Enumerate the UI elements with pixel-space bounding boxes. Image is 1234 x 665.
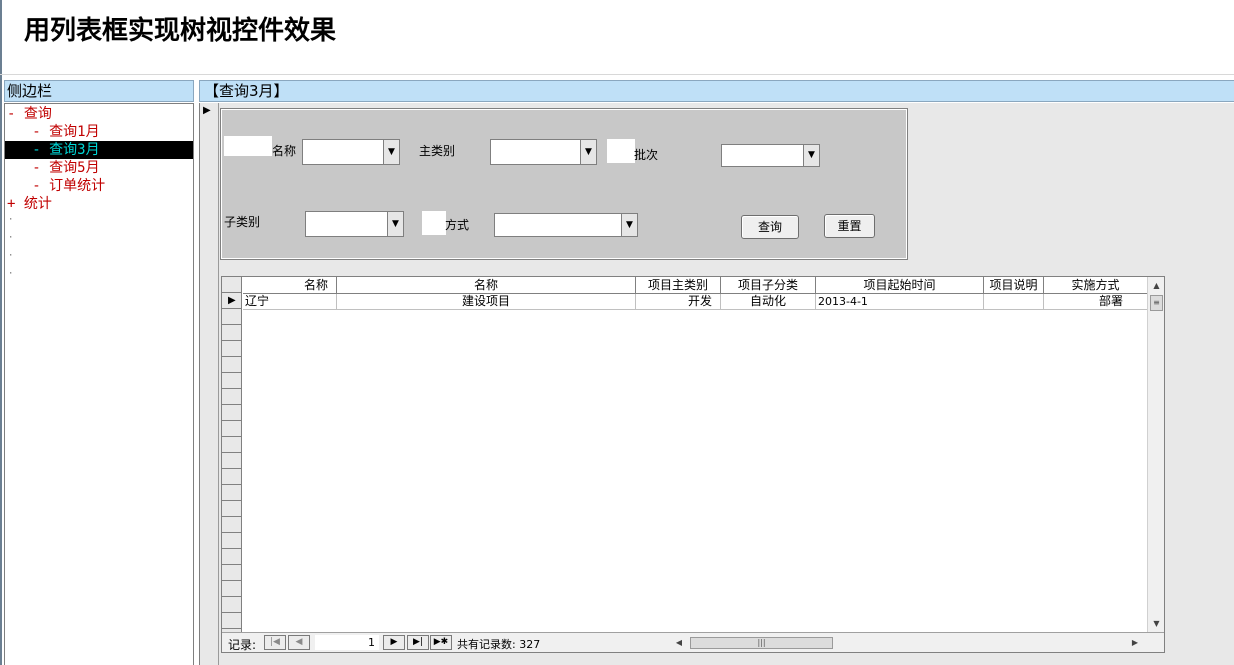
column-header-method[interactable]: 实施方式 bbox=[1044, 277, 1148, 294]
record-count-text: 共有记录数: 327 bbox=[457, 638, 541, 651]
tree-item-query[interactable]: - 查询 bbox=[7, 105, 52, 123]
name-combo[interactable]: ▼ bbox=[302, 139, 400, 165]
scroll-down-icon[interactable]: ▼ bbox=[1148, 615, 1165, 632]
hidden-label-box bbox=[607, 139, 635, 163]
tree-item-query-mar[interactable]: - 查询3月 bbox=[5, 141, 193, 159]
column-header-sub-category[interactable]: 项目子分类 bbox=[721, 277, 816, 294]
first-record-icon[interactable]: |◀ bbox=[264, 635, 286, 650]
column-header-main-category[interactable]: 项目主类别 bbox=[636, 277, 721, 294]
batch-combo[interactable]: ▼ bbox=[721, 144, 820, 167]
previous-record-icon[interactable]: ◀ bbox=[288, 635, 310, 650]
filter-panel: 名称 ▼ 主类别 ▼ 批次 ▼ 子类别 ▼ 方式 ▼ 查询 重置 bbox=[220, 108, 908, 260]
hidden-label-box bbox=[422, 211, 446, 235]
record-navigator: 记录: |◀ ◀ 1 ▶ ▶| ▶✱ 共有记录数: 327 ◀ ||| ▶ bbox=[222, 632, 1164, 652]
window-left-border bbox=[0, 0, 2, 665]
column-header-project-name[interactable]: 名称 bbox=[337, 277, 636, 294]
datasheet-grid[interactable]: ▶ 名称 名称 项目主类别 项目子分类 项目起始时间 项目说明 实施方式 辽宁 … bbox=[221, 276, 1165, 653]
scroll-up-icon[interactable]: ▲ bbox=[1148, 277, 1165, 294]
table-cell[interactable]: 建设项目 bbox=[337, 294, 636, 310]
query-button[interactable]: 查询 bbox=[741, 215, 799, 239]
horizontal-scrollbar[interactable]: ◀ ||| ▶ bbox=[672, 636, 1142, 650]
chevron-down-icon[interactable]: ▼ bbox=[387, 212, 404, 236]
tree-empty-marker: · bbox=[8, 233, 14, 243]
table-cell[interactable]: 2013-4-1 bbox=[816, 294, 984, 310]
table-cell[interactable]: 辽宁 bbox=[243, 294, 337, 310]
sub-category-combo[interactable]: ▼ bbox=[305, 211, 404, 237]
table-cell[interactable]: 部署 bbox=[1044, 294, 1148, 310]
record-selector-strip bbox=[218, 103, 219, 665]
subform-area: ▶ 名称 ▼ 主类别 ▼ 批次 ▼ 子类别 ▼ 方式 ▼ 查询 重置 ▶ 名称 bbox=[199, 103, 1234, 665]
tree-empty-marker: · bbox=[8, 269, 14, 279]
scroll-thumb[interactable]: ≡ bbox=[1150, 295, 1163, 311]
horizontal-scroll-thumb[interactable]: ||| bbox=[690, 637, 833, 649]
last-record-icon[interactable]: ▶| bbox=[407, 635, 429, 650]
scroll-left-icon[interactable]: ◀ bbox=[672, 636, 686, 650]
current-row-arrow-icon: ▶ bbox=[228, 295, 236, 306]
sidebar-tree-listbox[interactable]: - 查询 - 查询1月 - 查询3月 - 查询5月 - 订单统计 + 统计 · … bbox=[4, 103, 194, 665]
app-title: 用列表框实现树视控件效果 bbox=[24, 16, 337, 46]
subform-title: 【查询3月】 bbox=[199, 80, 1234, 102]
tree-item-query-jan[interactable]: - 查询1月 bbox=[7, 123, 99, 141]
tree-empty-marker: · bbox=[8, 251, 14, 261]
sidebar-header: 侧边栏 bbox=[4, 80, 194, 102]
title-divider bbox=[0, 74, 1234, 75]
tree-item-query-may[interactable]: - 查询5月 bbox=[7, 159, 99, 177]
table-cell[interactable]: 开发 bbox=[636, 294, 721, 310]
reset-button[interactable]: 重置 bbox=[824, 214, 875, 238]
chevron-down-icon[interactable]: ▼ bbox=[621, 214, 638, 236]
current-record-input[interactable]: 1 bbox=[315, 635, 379, 650]
chevron-down-icon[interactable]: ▼ bbox=[580, 140, 597, 164]
column-header-name[interactable]: 名称 bbox=[243, 277, 337, 294]
main-category-label: 主类别 bbox=[419, 144, 456, 158]
method-combo[interactable]: ▼ bbox=[494, 213, 638, 237]
name-label: 名称 bbox=[272, 144, 297, 158]
next-record-icon[interactable]: ▶ bbox=[383, 635, 405, 650]
vertical-scrollbar[interactable]: ▲ ≡ ▼ bbox=[1147, 277, 1164, 632]
tree-empty-marker: · bbox=[8, 215, 14, 225]
new-record-icon[interactable]: ▶✱ bbox=[430, 635, 452, 650]
chevron-down-icon[interactable]: ▼ bbox=[383, 140, 400, 164]
row-selector-column[interactable] bbox=[222, 277, 242, 632]
sub-category-label: 子类别 bbox=[224, 215, 261, 229]
column-header-description[interactable]: 项目说明 bbox=[984, 277, 1044, 294]
scroll-right-icon[interactable]: ▶ bbox=[1128, 636, 1142, 650]
main-category-combo[interactable]: ▼ bbox=[490, 139, 597, 165]
tree-item-order-stats[interactable]: - 订单统计 bbox=[7, 177, 105, 195]
form-record-selector-icon[interactable]: ▶ bbox=[203, 105, 217, 117]
table-cell[interactable]: 自动化 bbox=[721, 294, 816, 310]
column-header-start-time[interactable]: 项目起始时间 bbox=[816, 277, 984, 294]
hidden-label-box bbox=[224, 136, 272, 156]
table-cell[interactable] bbox=[984, 294, 1044, 310]
record-nav-label: 记录: bbox=[228, 638, 257, 652]
chevron-down-icon[interactable]: ▼ bbox=[803, 145, 820, 166]
batch-label: 批次 bbox=[634, 148, 659, 162]
method-label: 方式 bbox=[445, 218, 470, 232]
tree-item-statistics[interactable]: + 统计 bbox=[7, 195, 52, 213]
